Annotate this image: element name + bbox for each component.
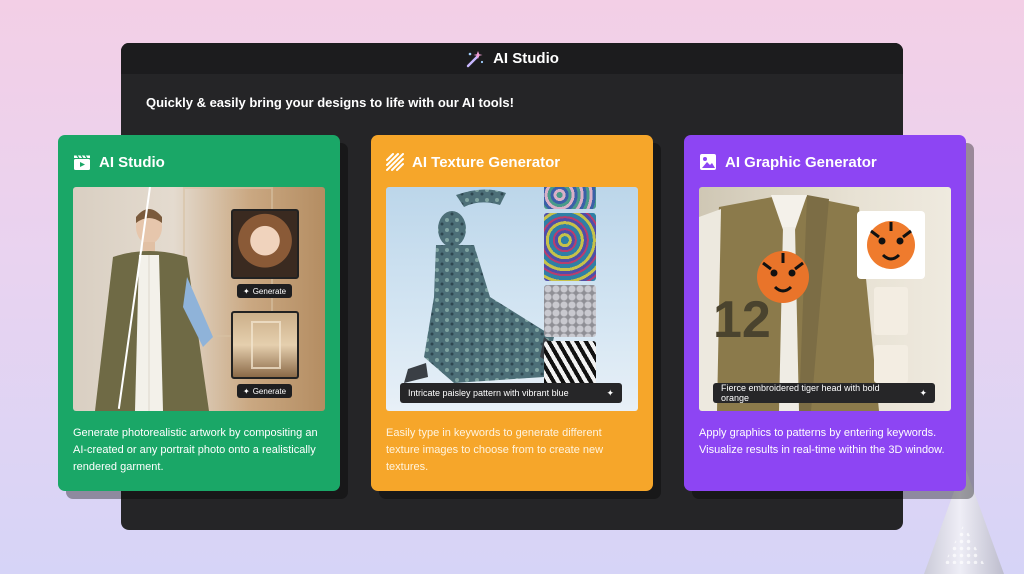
- card-description: Apply graphics to patterns by entering k…: [699, 427, 945, 456]
- card-description: Easily type in keywords to generate diff…: [386, 427, 604, 473]
- pattern-thumbnail[interactable]: [874, 345, 908, 383]
- prompt-text: Intricate paisley pattern with vibrant b…: [408, 388, 569, 398]
- tiger-patch: [757, 251, 809, 303]
- card-title: AI Graphic Generator: [725, 153, 877, 171]
- tagline: Quickly & easily bring your designs to l…: [146, 95, 514, 110]
- magic-wand-logo-icon: [466, 50, 484, 67]
- generate-background-button[interactable]: ✦ Generate: [237, 384, 293, 398]
- prompt-text: Fierce embroidered tiger head with bold …: [721, 383, 880, 403]
- tiger-head-graphic: [867, 221, 915, 269]
- card-header: AI Texture Generator: [386, 151, 638, 173]
- card-title: AI Texture Generator: [412, 153, 561, 171]
- magic-wand-icon: ✦: [243, 386, 250, 396]
- card-ai-texture-generator[interactable]: AI Texture Generator Intricate paisley p…: [371, 135, 653, 491]
- magic-wand-icon[interactable]: ✦: [606, 388, 614, 399]
- card-description: Generate photorealistic artwork by compo…: [73, 427, 318, 473]
- texture-swatch[interactable]: [544, 213, 596, 281]
- pattern-thumbnail[interactable]: [874, 287, 908, 335]
- generate-label: Generate: [252, 286, 287, 296]
- portrait-thumbnail[interactable]: [231, 209, 299, 279]
- card-header: AI Graphic Generator: [699, 151, 951, 173]
- svg-text:12: 12: [713, 291, 771, 349]
- tiger-graphic-thumbnail[interactable]: [857, 211, 925, 279]
- card-ai-graphic-generator[interactable]: AI Graphic Generator 12 Fierce embroider…: [684, 135, 966, 491]
- texture-prompt-input[interactable]: Intricate paisley pattern with vibrant b…: [400, 383, 622, 403]
- varsity-jacket-image: 12: [699, 195, 879, 411]
- texture-stripes-icon: [386, 153, 404, 171]
- texture-preview-image: Intricate paisley pattern with vibrant b…: [386, 187, 638, 411]
- texture-swatch[interactable]: [544, 285, 596, 337]
- graphic-preview-image: 12 Fierce embroidered tiger head with bo…: [699, 187, 951, 411]
- generate-label: Generate: [252, 386, 287, 396]
- magic-wand-icon[interactable]: ✦: [919, 388, 927, 399]
- card-ai-studio[interactable]: AI Studio ✦ Generate ✦ Generate Generate…: [58, 135, 340, 491]
- window-titlebar: AI Studio: [121, 43, 903, 74]
- card-header: AI Studio: [73, 151, 325, 173]
- image-icon: [700, 154, 716, 170]
- texture-swatch[interactable]: [544, 187, 596, 209]
- card-title: AI Studio: [99, 153, 165, 171]
- clapperboard-icon: [74, 155, 90, 170]
- generate-portrait-button[interactable]: ✦ Generate: [237, 284, 293, 298]
- door-frame: [251, 321, 281, 369]
- window-title: AI Studio: [493, 50, 559, 67]
- graphic-prompt-input[interactable]: Fierce embroidered tiger head with bold …: [713, 383, 935, 403]
- ai-studio-preview-image: ✦ Generate ✦ Generate: [73, 187, 325, 411]
- model-in-coat-image: [95, 209, 213, 411]
- background-thumbnail[interactable]: [231, 311, 299, 379]
- magic-wand-icon: ✦: [243, 286, 250, 296]
